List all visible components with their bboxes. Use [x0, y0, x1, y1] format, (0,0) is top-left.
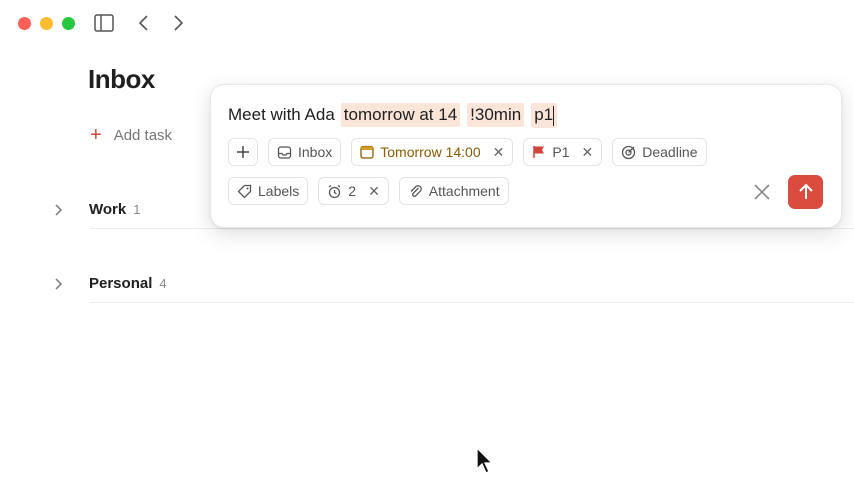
attachment-label: Attachment	[428, 183, 500, 199]
section-count: 4	[159, 276, 167, 291]
remove-priority-icon[interactable]: ✕	[582, 144, 594, 161]
attachment-chip[interactable]: Attachment	[398, 177, 509, 205]
back-chevron-icon[interactable]	[136, 14, 152, 32]
inbox-icon	[277, 145, 292, 159]
close-window-button[interactable]	[18, 17, 31, 30]
project-chip[interactable]: Inbox	[268, 138, 342, 166]
section-personal[interactable]: Personal 4	[50, 275, 167, 292]
chevron-right-icon[interactable]	[50, 276, 66, 292]
more-actions-button[interactable]	[228, 138, 258, 166]
zoom-window-button[interactable]	[62, 17, 75, 30]
section-name: Work	[89, 201, 127, 218]
labels-chip[interactable]: Labels	[228, 177, 309, 205]
page-title: Inbox	[88, 64, 155, 94]
section-divider	[90, 228, 854, 229]
task-name-input[interactable]: Meet with Ada tomorrow at 14 !30min p1	[228, 103, 558, 128]
deadline-label: Deadline	[642, 144, 698, 160]
priority-chip[interactable]: P1 ✕	[523, 138, 603, 166]
remove-date-icon[interactable]: ✕	[493, 144, 505, 161]
project-label: Inbox	[298, 144, 333, 160]
labels-label: Labels	[258, 183, 300, 199]
text-caret	[553, 105, 555, 126]
alarm-clock-icon	[328, 184, 341, 198]
target-icon	[622, 145, 636, 159]
duration-token: !30min	[467, 103, 525, 128]
deadline-chip[interactable]: Deadline	[612, 138, 707, 166]
forward-chevron-icon[interactable]	[170, 14, 186, 32]
section-count: 1	[133, 202, 141, 217]
submit-task-button[interactable]	[788, 175, 823, 209]
close-icon[interactable]	[751, 181, 773, 203]
remove-reminders-icon[interactable]: ✕	[368, 183, 380, 200]
date-token: tomorrow at 14	[340, 103, 461, 128]
paperclip-icon	[410, 184, 422, 197]
minimize-window-button[interactable]	[40, 17, 53, 30]
tag-icon	[237, 184, 252, 198]
date-chip[interactable]: Tomorrow 14:00 ✕	[351, 138, 514, 166]
section-divider	[90, 302, 854, 303]
sidebar-toggle-icon[interactable]	[94, 14, 114, 32]
plus-icon	[237, 146, 249, 158]
priority-label: P1	[552, 144, 570, 160]
task-text: Meet with Ada	[228, 105, 335, 125]
calendar-icon	[360, 145, 374, 159]
add-task-label: Add task	[113, 126, 173, 144]
flag-icon	[533, 146, 545, 158]
date-label: Tomorrow 14:00	[380, 144, 481, 160]
plus-icon: +	[90, 124, 102, 146]
mouse-cursor-icon	[476, 447, 494, 474]
arrow-up-icon	[798, 183, 813, 199]
reminders-count: 2	[348, 183, 357, 199]
priority-token: p1	[531, 103, 558, 128]
chevron-right-icon[interactable]	[50, 202, 66, 218]
reminders-chip[interactable]: 2 ✕	[318, 177, 389, 205]
quick-add-dialog: Meet with Ada tomorrow at 14 !30min p1 I…	[210, 84, 842, 228]
add-task-button[interactable]: + Add task	[90, 124, 173, 146]
section-name: Personal	[89, 275, 153, 292]
section-work[interactable]: Work 1	[50, 201, 140, 218]
